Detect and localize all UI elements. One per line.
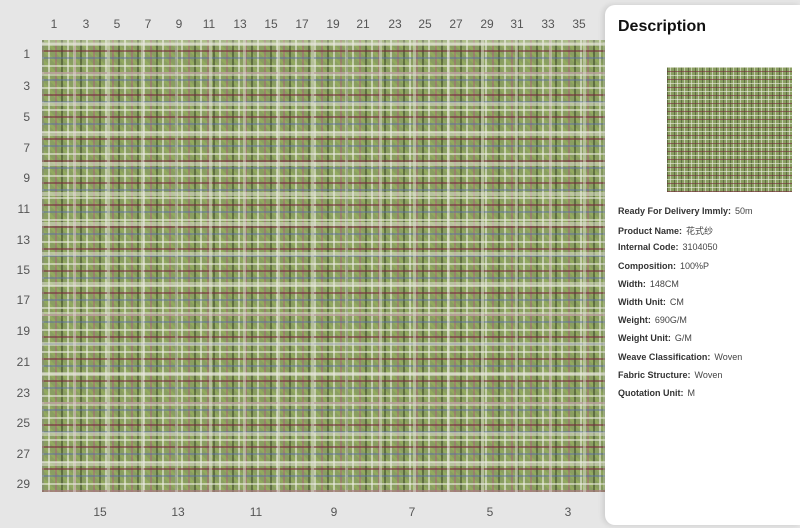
ruler-tick: 7 [408, 505, 416, 519]
spec-row: Width Unit: CM [618, 297, 800, 315]
ruler-tick: 13 [233, 17, 247, 31]
ruler-tick: 21 [16, 355, 30, 369]
spec-value: 690G/M [654, 315, 687, 326]
spec-row: Product Name: 花式纱 [618, 224, 800, 242]
ruler-tick: 29 [480, 17, 494, 31]
fabric-swatch-image[interactable] [42, 40, 605, 492]
spec-label: Internal Code: [618, 242, 679, 253]
ruler-tick: 25 [16, 416, 30, 430]
spec-row: Weight: 690G/M [618, 315, 800, 333]
spec-label: Width Unit: [618, 296, 666, 307]
ruler-tick: 23 [388, 17, 402, 31]
ruler-tick: 1 [50, 17, 58, 31]
spec-label: Quotation Unit: [618, 387, 684, 398]
spec-row: Width: 148CM [618, 279, 800, 297]
panel-title: Description [618, 18, 707, 35]
spec-row: Ready For Delivery Immly: 50m [618, 206, 800, 224]
spec-value: G/M [674, 333, 692, 344]
spec-value: Woven [714, 351, 743, 362]
ruler-tick: 3 [564, 505, 572, 519]
spec-value: 148CM [649, 278, 679, 289]
ruler-tick: 5 [23, 110, 30, 124]
spec-row: Internal Code: 3104050 [618, 242, 800, 260]
spec-label: Product Name: [618, 226, 683, 237]
ruler-tick: 5 [486, 505, 494, 519]
ruler-tick: 11 [249, 505, 263, 519]
spec-label: Composition: [618, 260, 676, 271]
ruler-tick: 13 [16, 233, 30, 247]
ruler-tick: 19 [16, 324, 30, 338]
spec-value: 50m [735, 206, 753, 216]
spec-value: 花式纱 [686, 226, 714, 237]
fabric-thumbnail[interactable] [667, 67, 792, 192]
ruler-tick: 25 [418, 17, 432, 31]
ruler-tick: 31 [510, 17, 524, 31]
ruler-tick: 23 [16, 386, 30, 400]
spec-label: Weave Classification: [618, 351, 711, 362]
spec-row: Weave Classification: Woven [618, 352, 800, 370]
ruler-tick: 17 [295, 17, 309, 31]
ruler-tick: 9 [23, 171, 30, 185]
ruler-tick: 7 [23, 141, 30, 155]
ruler-top: 1 3 5 7 9 11 13 15 17 19 21 23 25 27 29 … [0, 17, 605, 31]
ruler-tick: 27 [449, 17, 463, 31]
ruler-tick: 9 [330, 505, 338, 519]
spec-list: Ready For Delivery Immly: 50m Product Nam… [618, 206, 800, 406]
spec-value: 100%P [680, 260, 710, 271]
ruler-tick: 27 [16, 447, 30, 461]
ruler-tick: 5 [113, 17, 121, 31]
spec-label: Width: [618, 278, 646, 289]
spec-label: Weight Unit: [618, 333, 671, 344]
description-panel: Description Ready For Delivery Immly: 50m… [605, 5, 800, 525]
ruler-tick: 13 [171, 505, 185, 519]
spec-row: Quotation Unit: M [618, 388, 800, 406]
ruler-tick: 21 [356, 17, 370, 31]
spec-value: Woven [694, 369, 723, 380]
spec-row: Composition: 100%P [618, 261, 800, 279]
ruler-tick: 11 [17, 202, 30, 216]
ruler-left: 1 3 5 7 9 11 13 15 17 19 21 23 25 27 29 [0, 0, 38, 528]
spec-row: Fabric Structure: Woven [618, 370, 800, 388]
ruler-tick: 35 [572, 17, 586, 31]
ruler-tick: 15 [264, 17, 278, 31]
spec-label: Fabric Structure: [618, 369, 691, 380]
ruler-tick: 3 [82, 17, 90, 31]
ruler-tick: 7 [144, 17, 152, 31]
spec-value: M [687, 387, 695, 398]
ruler-bottom: 15 13 11 9 7 5 3 [0, 505, 605, 519]
spec-value: CM [669, 296, 684, 307]
ruler-tick: 17 [16, 293, 30, 307]
spec-label: Weight: [618, 315, 651, 326]
spec-label: Ready For Delivery Immly: [618, 206, 732, 216]
ruler-tick: 15 [93, 505, 107, 519]
ruler-tick: 11 [202, 17, 216, 31]
ruler-tick: 33 [541, 17, 555, 31]
ruler-tick: 19 [326, 17, 340, 31]
ruler-tick: 15 [16, 263, 30, 277]
spec-row: Weight Unit: G/M [618, 333, 800, 351]
ruler-tick: 3 [23, 79, 30, 93]
ruler-tick: 29 [16, 477, 30, 491]
ruler-tick: 9 [175, 17, 183, 31]
spec-value: 3104050 [682, 242, 718, 253]
ruler-tick: 1 [23, 47, 30, 61]
